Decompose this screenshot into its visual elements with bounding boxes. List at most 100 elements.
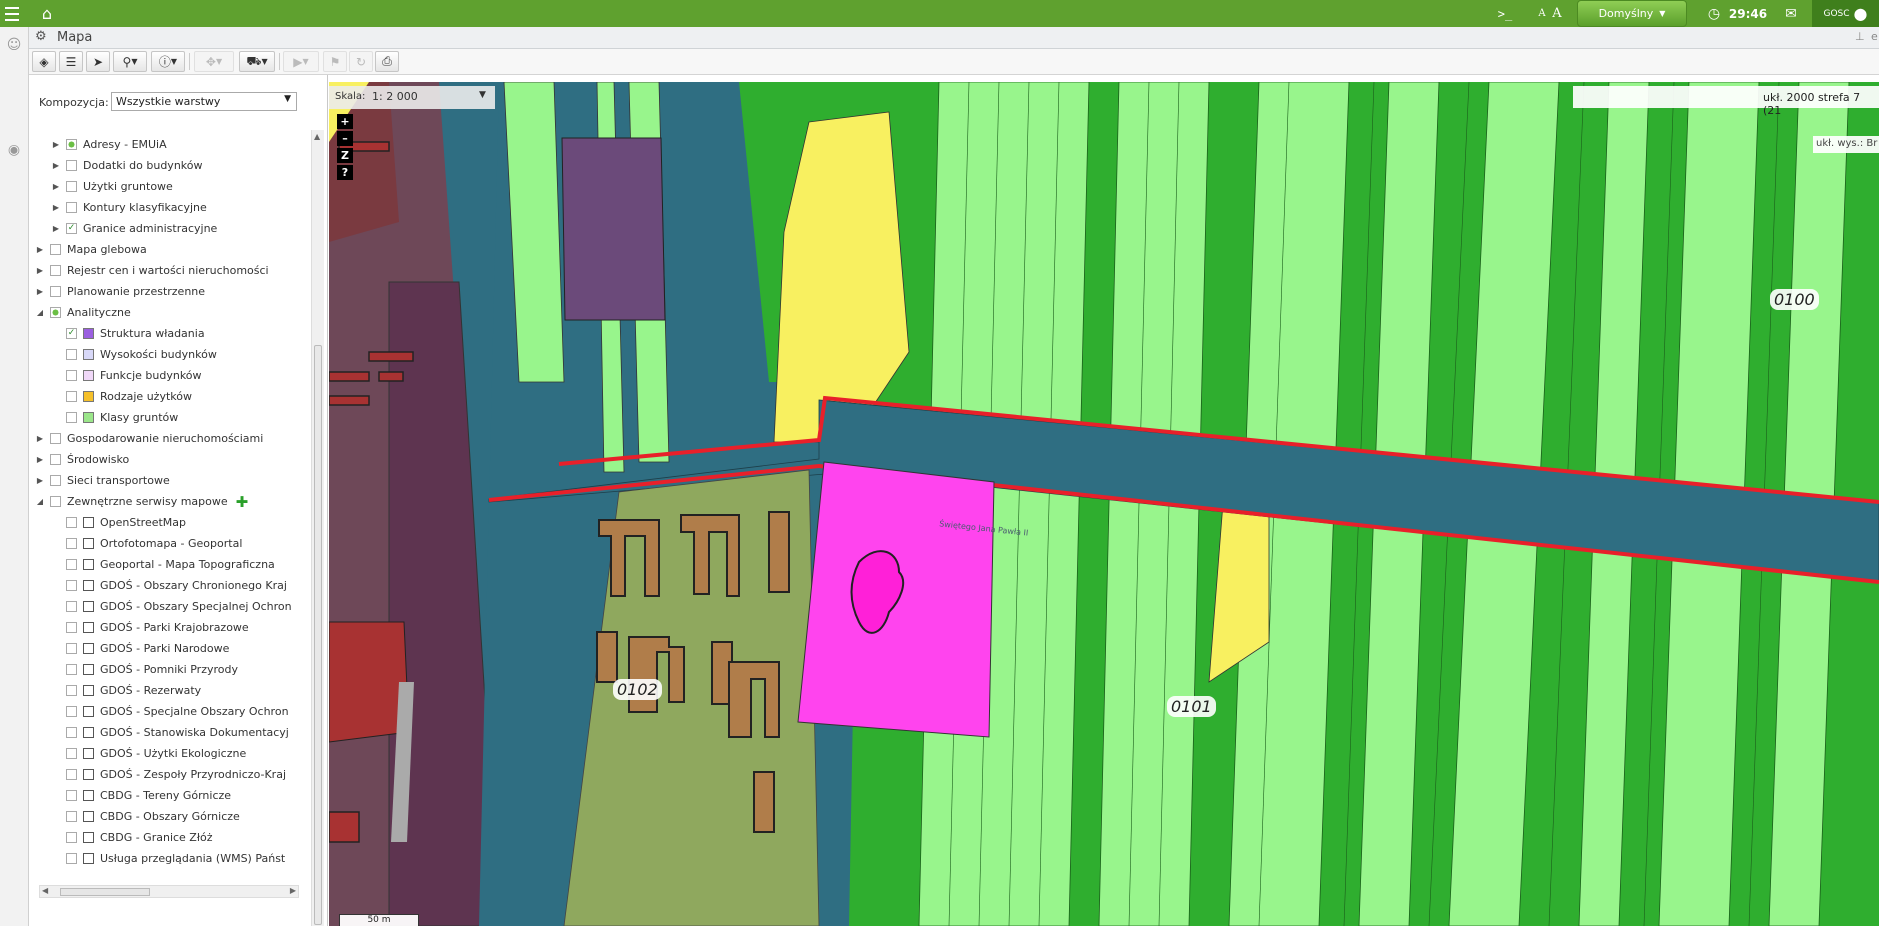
legend-icon[interactable]: ☰ [59,51,83,72]
expand-toggle-icon[interactable]: ▶ [35,287,45,296]
zoom-extent-button[interactable]: Z [337,148,353,163]
layer-checkbox[interactable] [66,643,77,654]
zoom-icon[interactable]: ⚲ ▼ [113,51,147,72]
select-pointer-icon[interactable]: ➤ [86,51,110,72]
layer-checkbox[interactable] [66,160,77,171]
add-service-icon[interactable]: ✚ [236,493,249,511]
expand-toggle-icon[interactable]: ◢ [35,308,45,317]
scroll-up-icon[interactable]: ▲ [314,132,320,141]
refresh-icon[interactable]: ↻ [349,51,373,72]
layer-tree-item[interactable]: ▶ Rejestr cen i wartości nieruchomości [35,260,269,281]
layer-tree-item[interactable]: GDOŚ - Rezerwaty [51,680,201,701]
layer-tree-item[interactable]: GDOŚ - Stanowiska Dokumentacyj [51,722,289,743]
expand-toggle-icon[interactable]: ▶ [35,434,45,443]
play-icon[interactable]: ▶ ▼ [283,51,319,72]
layer-checkbox[interactable] [66,412,77,423]
zoom-in-button[interactable]: + [337,114,353,129]
layer-checkbox[interactable] [66,832,77,843]
external-link-icon[interactable]: e [1871,30,1878,43]
zoom-out-button[interactable]: – [337,131,353,146]
layer-tree-item[interactable]: ▶ Mapa glebowa [35,239,147,260]
layer-tree-item[interactable]: Funkcje budynków [51,365,202,386]
layer-tree-item[interactable]: Rodzaje użytków [51,386,192,407]
layer-checkbox[interactable] [66,580,77,591]
layer-checkbox[interactable] [66,748,77,759]
layer-checkbox[interactable] [66,622,77,633]
layer-tree-item[interactable]: Usługa przeglądania (WMS) Państ [51,848,285,869]
layer-tree-item[interactable]: Klasy gruntów [51,407,178,428]
layer-checkbox[interactable] [66,769,77,780]
layer-tree-item[interactable]: ▶ Planowanie przestrzenne [35,281,205,302]
layer-checkbox[interactable] [66,853,77,864]
expand-toggle-icon[interactable]: ▶ [35,266,45,275]
layer-checkbox[interactable] [50,286,61,297]
expand-toggle-icon[interactable]: ▶ [35,476,45,485]
layer-tree-item[interactable]: CBDG - Tereny Górnicze [51,785,231,806]
layer-tree-item[interactable]: CBDG - Obszary Górnicze [51,806,240,827]
layer-tree-item[interactable]: GDOŚ - Zespoły Przyrodniczo-Kraj [51,764,286,785]
expand-toggle-icon[interactable]: ▶ [35,245,45,254]
crs-selector[interactable]: ukł. 2000 strefa 7 (21 [1573,86,1879,117]
height-system-selector[interactable]: ukł. wys.: Br [1813,136,1879,153]
layer-tree-item[interactable]: GDOŚ - Parki Krajobrazowe [51,617,249,638]
layer-tree-item[interactable]: GDOŚ - Obszary Specjalnej Ochron [51,596,292,617]
expand-toggle-icon[interactable]: ▶ [51,203,61,212]
layer-checkbox[interactable] [66,727,77,738]
layer-checkbox[interactable] [66,370,77,381]
layer-tree-item[interactable]: ▶ Dodatki do budynków [51,155,203,176]
layer-tree-item[interactable]: ▶ Adresy - EMUiA [51,134,167,155]
user-avatar-icon[interactable]: ☺ [5,37,23,55]
layer-checkbox[interactable] [50,454,61,465]
layer-checkbox[interactable] [50,244,61,255]
layer-tree-item[interactable]: GDOŚ - Użytki Ekologiczne [51,743,246,764]
expand-toggle-icon[interactable]: ▶ [51,224,61,233]
layer-checkbox[interactable] [66,559,77,570]
layer-tree-item[interactable]: ▶ Środowisko [35,449,129,470]
expand-toggle-icon[interactable]: ▶ [35,455,45,464]
layer-tree-item[interactable]: ▶ ✓ Granice administracyjne [51,218,217,239]
map-canvas[interactable]: 0100 0101 0102 Świętego Jana Pawła II [329,82,1879,926]
console-icon[interactable]: >_ [1494,0,1516,27]
flag-icon[interactable]: ⚑ [323,51,347,72]
expand-toggle-icon[interactable]: ▶ [51,182,61,191]
scrollbar-thumb[interactable] [314,345,322,925]
profile-select[interactable]: Domyślny ▼ [1577,0,1687,27]
help-button[interactable]: ? [337,165,353,180]
layer-checkbox[interactable] [66,685,77,696]
globe-icon[interactable]: ◉ [5,142,23,160]
layer-tree-item[interactable]: ▶ Użytki gruntowe [51,176,173,197]
pin-icon[interactable]: ⊥ [1855,30,1865,43]
layer-checkbox[interactable] [50,496,61,507]
scale-selector[interactable]: Skala: 1: 2 000 ▼ [329,86,495,109]
layer-checkbox[interactable] [66,706,77,717]
layer-checkbox[interactable] [66,181,77,192]
layer-checkbox[interactable] [66,811,77,822]
composition-select[interactable]: Wszystkie warstwy ▼ [111,92,297,111]
layer-tree-item[interactable]: Geoportal - Mapa Topograficzna [51,554,275,575]
layer-checkbox[interactable]: ✓ [66,328,77,339]
scroll-left-icon[interactable]: ◀ [42,886,48,895]
layer-checkbox[interactable] [66,517,77,528]
layer-tree-item[interactable]: ✓ Struktura władania [51,323,205,344]
layer-checkbox[interactable] [66,538,77,549]
layer-tree-item[interactable]: ▶ Kontury klasyfikacyjne [51,197,207,218]
mail-icon[interactable]: ✉ [1781,0,1801,27]
layers-icon[interactable]: ◈ [32,51,56,72]
layer-tree-item[interactable]: ◢ Analityczne [35,302,131,323]
menu-icon[interactable] [2,0,22,27]
layer-tree-item[interactable]: ◢ Zewnętrzne serwisy mapowe ✚ [35,491,248,512]
home-icon[interactable]: ⌂ [36,0,58,27]
layer-tree-item[interactable]: GDOŚ - Specjalne Obszary Ochron [51,701,289,722]
layer-checkbox[interactable] [50,307,61,318]
layer-checkbox[interactable] [50,265,61,276]
info-icon[interactable]: ⓘ ▼ [151,51,185,72]
layer-tree-item[interactable]: OpenStreetMap [51,512,186,533]
move-icon[interactable]: ✥ ▼ [194,51,234,72]
layer-checkbox[interactable] [66,664,77,675]
print-icon[interactable]: ⎙ [375,51,399,72]
layer-tree-item[interactable]: GDOŚ - Pomniki Przyrody [51,659,238,680]
layer-checkbox[interactable] [66,139,77,150]
layer-tree-scrollbar[interactable]: ▲ [311,130,324,926]
layer-tree-item[interactable]: CBDG - Granice Złóż [51,827,212,848]
scroll-right-icon[interactable]: ▶ [290,886,296,895]
